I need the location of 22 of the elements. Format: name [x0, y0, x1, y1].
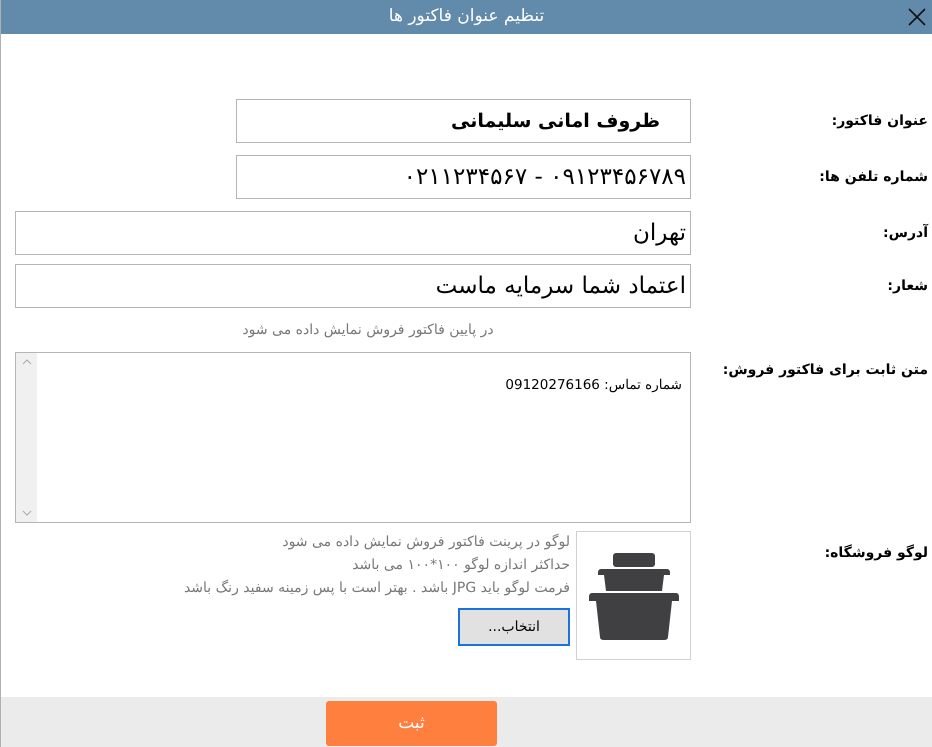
choose-button[interactable]: انتخاب...: [458, 608, 570, 646]
input-field[interactable]: تهران: [15, 211, 691, 255]
field-label: شماره تلفن ها:: [819, 168, 928, 186]
stacked-containers-icon: [588, 550, 680, 640]
hint-text: لوگو در پرینت فاکتور فروش نمایش داده می شود: [281, 532, 570, 552]
field-label: متن ثابت برای فاکتور فروش:: [722, 361, 928, 380]
scroll-up-icon[interactable]: [22, 359, 32, 365]
input-field[interactable]: اعتماد شما سرمایه ماست: [15, 264, 691, 308]
field-label: لوگو فروشگاه:: [824, 543, 928, 563]
hint-text: در پایین فاکتور فروش نمایش داده می شود: [242, 320, 494, 340]
hint-text: فرمت لوگو باید JPG باشد . بهتر است با پس زمینه سفید رنگ باشد: [184, 578, 570, 598]
field-label: آدرس:: [883, 222, 928, 242]
window-title: تنظیم عنوان فاکتور ها: [388, 5, 544, 28]
hint-text: حداکثر اندازه لوگو ۱۰۰*۱۰۰ می باشد: [351, 556, 570, 575]
input-field[interactable]: ظروف امانی سلیمانی: [236, 99, 691, 143]
field-label: عنوان فاکتور:: [832, 112, 928, 130]
scroll-down-icon[interactable]: [22, 510, 32, 516]
scrollbar[interactable]: [16, 353, 37, 522]
input-field[interactable]: ۰۹۱۲۳۴۵۶۷۸۹ - ۰۲۱۱۲۳۴۵۶۷: [236, 155, 691, 199]
close-icon[interactable]: [908, 8, 926, 26]
text-area[interactable]: شماره تماس: 09120276166: [15, 352, 691, 523]
field-label: شعار:: [887, 276, 928, 296]
